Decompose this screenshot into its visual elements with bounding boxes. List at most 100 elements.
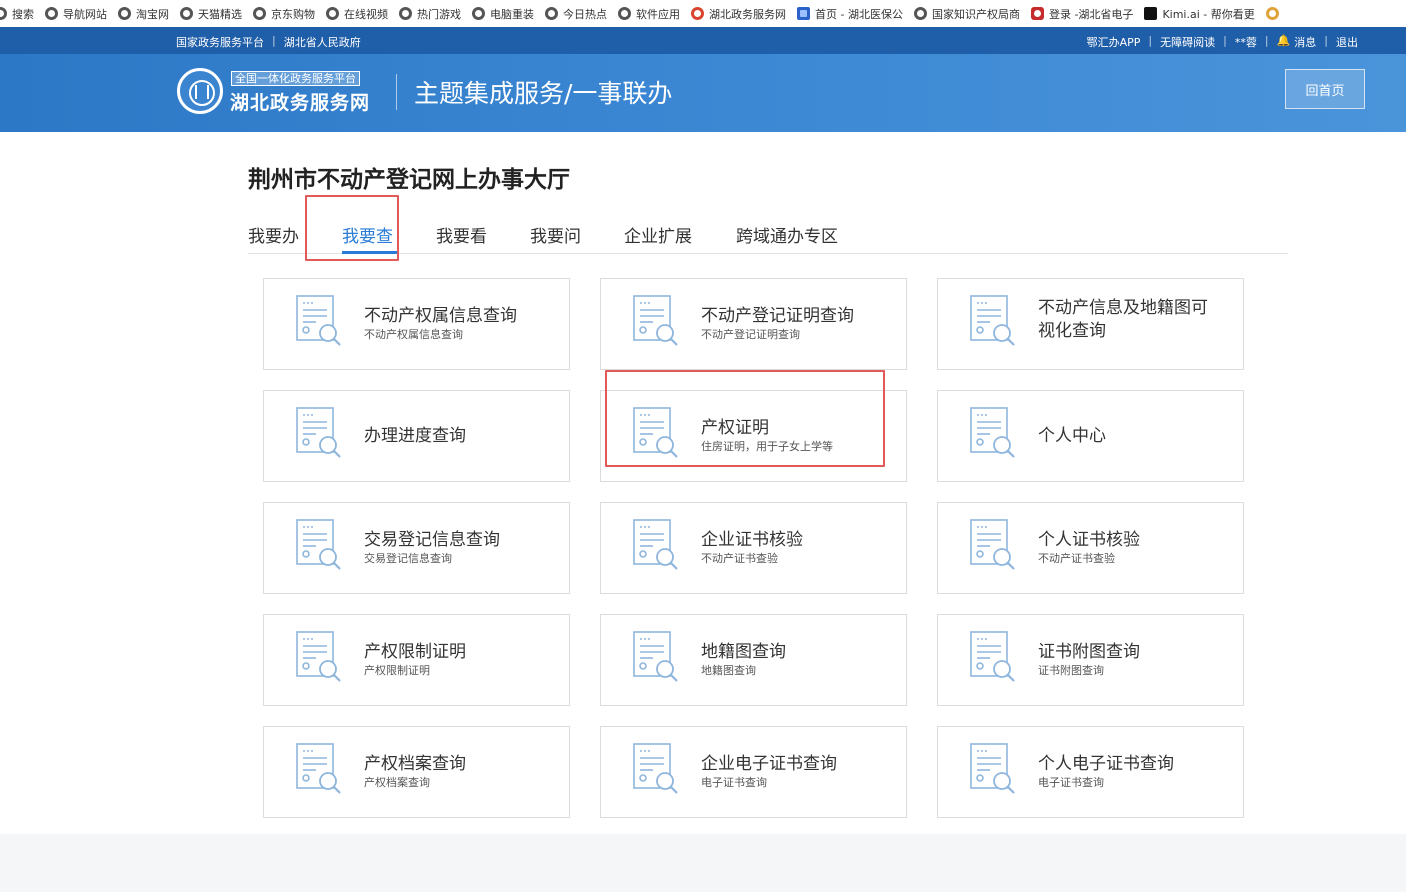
provincial-gov-link[interactable]: 湖北省人民政府 — [284, 34, 361, 50]
service-card[interactable]: 不动产信息及地籍图可视化查询 — [937, 278, 1244, 370]
bookmark-item[interactable]: 今日热点 — [545, 6, 607, 22]
tab-handle[interactable]: 我要办 — [248, 222, 299, 247]
bookmark-overflow-icon — [1265, 7, 1279, 20]
service-card[interactable]: 证书附图查询 证书附图查询 — [937, 614, 1244, 706]
logo-tagline: 全国一体化政务服务平台 — [231, 71, 360, 86]
tab-view[interactable]: 我要看 — [436, 222, 487, 247]
bookmark-item[interactable]: 导航网站 — [45, 6, 107, 22]
bookmark-item[interactable]: 电脑重装 — [472, 6, 534, 22]
service-card-subtitle: 不动产证书查验 — [701, 552, 778, 565]
separator: | — [1324, 34, 1328, 47]
kimi-logo-icon — [1144, 7, 1158, 20]
service-card-subtitle: 地籍图查询 — [701, 664, 756, 677]
globe-icon — [118, 7, 131, 20]
document-search-icon — [294, 517, 344, 573]
accessibility-link[interactable]: 无障碍阅读 — [1160, 34, 1215, 50]
service-card[interactable]: 个人中心 — [937, 390, 1244, 482]
separator: | — [1223, 34, 1227, 47]
document-search-icon — [968, 405, 1018, 461]
service-card-title: 交易登记信息查询 — [364, 530, 500, 550]
service-card[interactable]: 个人电子证书查询电子证书查询 — [937, 726, 1244, 818]
service-card-title: 不动产权属信息查询 — [364, 306, 517, 326]
bookmark-item[interactable] — [1265, 7, 1284, 20]
globe-icon — [399, 7, 412, 20]
tab-ask[interactable]: 我要问 — [530, 222, 581, 247]
service-card-title: 企业证书核验 — [701, 530, 803, 550]
service-card[interactable]: 企业电子证书查询 电子证书查询 — [600, 726, 907, 818]
messages-link[interactable]: 消息 — [1294, 34, 1316, 50]
bookmark-item[interactable]: 在线视频 — [326, 6, 388, 22]
service-card[interactable]: 办理进度查询 — [263, 390, 570, 482]
banner-divider — [396, 74, 397, 110]
bookmark-item[interactable]: 京东购物 — [253, 6, 315, 22]
hubei-logo-icon — [691, 7, 704, 20]
bookmark-item[interactable]: 天猫精选 — [180, 6, 242, 22]
app-link[interactable]: 鄂汇办APP — [1087, 34, 1141, 50]
service-card[interactable]: 产权档案查询 产权档案查询 — [263, 726, 570, 818]
bell-icon[interactable]: 🔔 — [1277, 34, 1291, 50]
document-search-icon — [294, 629, 344, 685]
document-search-icon — [294, 293, 344, 349]
service-card[interactable]: 地籍图查询 地籍图查询 — [600, 614, 907, 706]
bookmark-item[interactable]: 登录 -湖北省电子 — [1030, 6, 1133, 22]
globe-icon — [472, 7, 485, 20]
service-card[interactable]: 不动产权属信息查询 不动产权属信息查询 — [263, 278, 570, 370]
user-name-link[interactable]: **蓉 — [1235, 34, 1257, 50]
globe-icon — [326, 7, 339, 20]
service-card-title: 个人证书核验 — [1038, 530, 1140, 550]
bookmark-item[interactable]: 国家知识产权局商 — [913, 6, 1020, 22]
site-banner: 全国一体化政务服务平台 湖北政务服务网 主题集成服务/一事联办 回首页 — [0, 54, 1406, 132]
service-card-title: 个人中心 — [1038, 426, 1106, 446]
bookmark-item[interactable]: 搜索 — [0, 6, 34, 22]
top-links-right: 鄂汇办APP | 无障碍阅读 | **蓉 | 🔔 消息 | 退出 — [1087, 34, 1358, 50]
tab-cross-region[interactable]: 跨域通办专区 — [736, 222, 838, 247]
globe-icon — [180, 7, 193, 20]
service-card-subtitle: 不动产证书查验 — [1038, 552, 1115, 565]
annotation-highlight-tab — [305, 195, 399, 261]
annotation-highlight-card — [605, 370, 885, 467]
document-search-icon — [968, 629, 1018, 685]
document-search-icon — [631, 629, 681, 685]
document-search-icon — [968, 517, 1018, 573]
bookmark-item[interactable]: 热门游戏 — [399, 6, 461, 22]
bookmark-item[interactable]: 湖北政务服务网 — [691, 6, 786, 22]
separator: | — [272, 34, 276, 47]
service-card[interactable]: 不动产登记证明查询 不动产登记证明查询 — [600, 278, 907, 370]
service-card-title: 不动产登记证明查询 — [701, 306, 854, 326]
service-card-title: 证书附图查询 — [1038, 642, 1140, 662]
globe-icon — [0, 7, 7, 20]
globe-icon — [545, 7, 558, 20]
globe-icon — [45, 7, 58, 20]
service-card[interactable]: 交易登记信息查询 交易登记信息查询 — [263, 502, 570, 594]
document-search-icon — [294, 405, 344, 461]
chs-logo-icon — [797, 7, 810, 20]
service-card[interactable]: 企业证书核验不动产证书查验 — [600, 502, 907, 594]
service-card-subtitle: 不动产登记证明查询 — [701, 328, 800, 341]
site-logo-icon[interactable] — [177, 68, 223, 114]
globe-icon — [253, 7, 266, 20]
bookmark-item[interactable]: Kimi.ai - 帮你看更 — [1144, 6, 1255, 22]
service-card-title: 个人电子证书查询 — [1038, 754, 1174, 774]
document-search-icon — [294, 741, 344, 797]
service-card-subtitle: 证书附图查询 — [1038, 664, 1104, 677]
service-card-title: 不动产信息及地籍图可视化查询 — [1038, 298, 1208, 341]
service-card[interactable]: 产权限制证明 产权限制证明 — [263, 614, 570, 706]
bookmark-item[interactable]: 首页 - 湖北医保公 — [797, 6, 903, 22]
bookmark-item[interactable]: 淘宝网 — [118, 6, 169, 22]
logo-site-name[interactable]: 湖北政务服务网 — [230, 88, 370, 115]
document-search-icon — [631, 517, 681, 573]
service-card-subtitle: 电子证书查询 — [1038, 776, 1104, 789]
document-search-icon — [631, 741, 681, 797]
home-button[interactable]: 回首页 — [1285, 69, 1365, 109]
logout-link[interactable]: 退出 — [1336, 34, 1358, 50]
bookmarks-bar: 搜索 导航网站 淘宝网 天猫精选 京东购物 在线视频 热门游戏 电脑重装 今日热… — [0, 0, 1406, 27]
emblem-icon — [1030, 7, 1044, 20]
bookmark-item[interactable]: 软件应用 — [618, 6, 680, 22]
document-search-icon — [968, 741, 1018, 797]
tab-enterprise[interactable]: 企业扩展 — [624, 222, 692, 247]
document-search-icon — [631, 293, 681, 349]
service-card[interactable]: 个人证书核验不动产证书查验 — [937, 502, 1244, 594]
banner-title: 主题集成服务/一事联办 — [414, 79, 673, 108]
document-search-icon — [968, 293, 1018, 349]
national-platform-link[interactable]: 国家政务服务平台 — [176, 34, 264, 50]
